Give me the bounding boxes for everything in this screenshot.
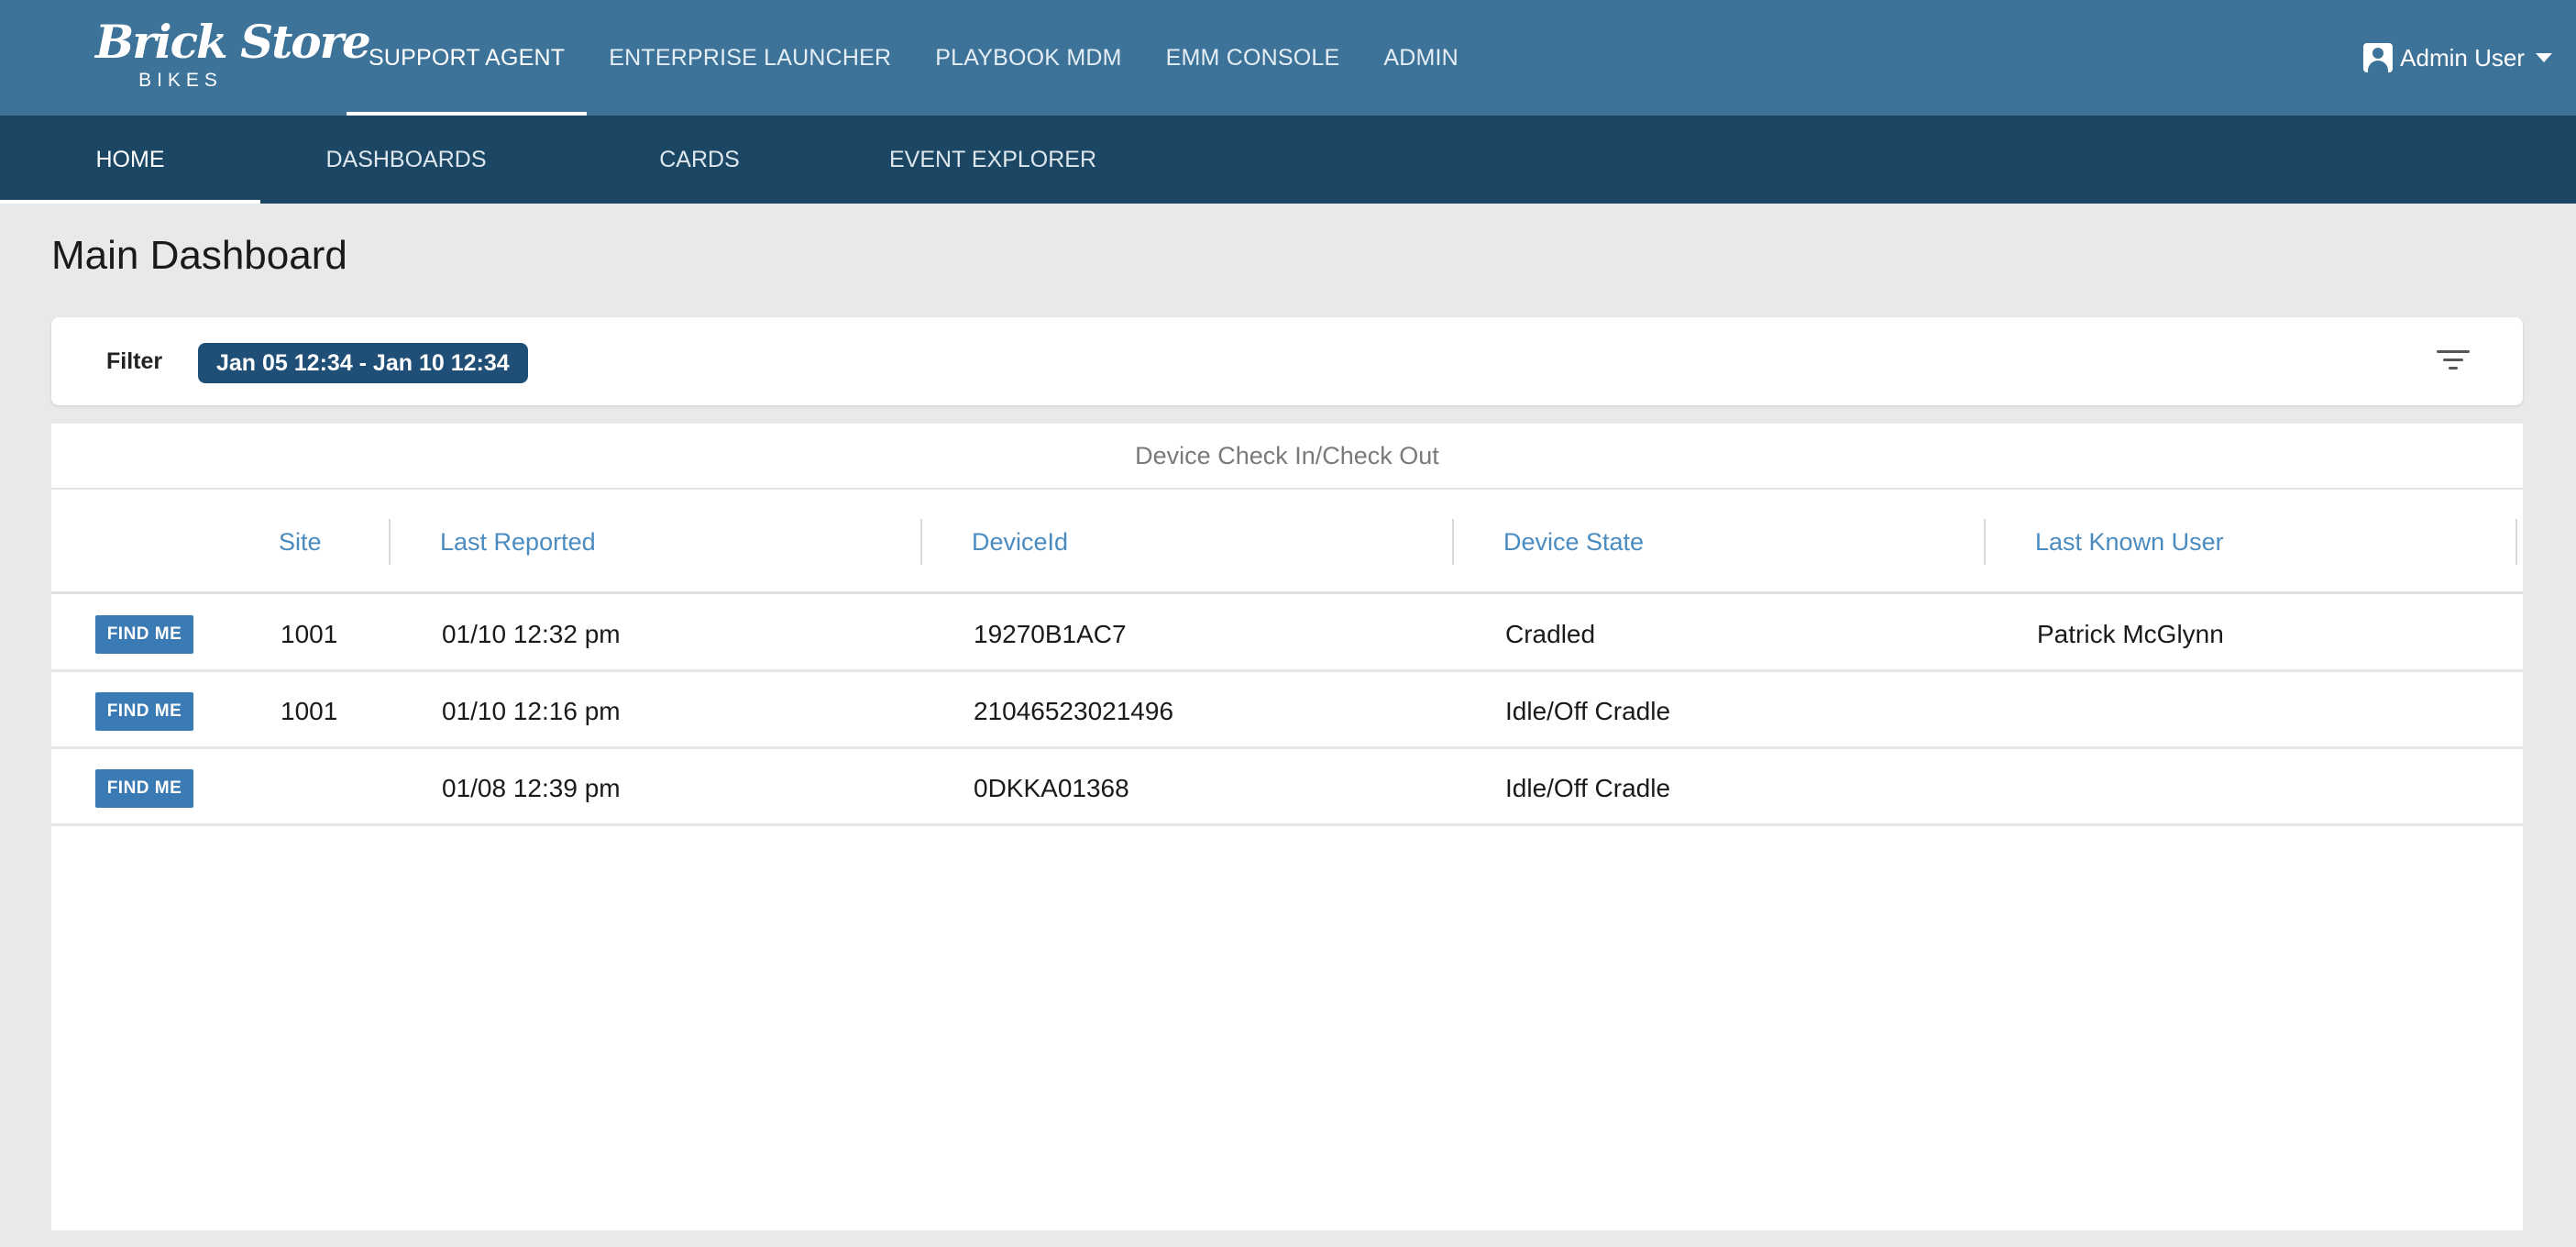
tab-event-explorer[interactable]: EVENT EXPLORER bbox=[889, 116, 1096, 204]
filter-label: Filter bbox=[106, 348, 163, 374]
table-title: Device Check In/Check Out bbox=[51, 424, 2523, 490]
cell-site: 1001 bbox=[281, 620, 338, 648]
brand-logo-script: Brick Store bbox=[95, 15, 371, 69]
user-menu[interactable]: Admin User bbox=[2363, 0, 2552, 116]
cell-last-reported: 01/08 12:39 pm bbox=[442, 774, 621, 802]
top-nav-emm-console[interactable]: EMM CONSOLE bbox=[1144, 0, 1362, 116]
column-header-last-reported[interactable]: Last Reported bbox=[440, 490, 596, 594]
brand-logo-sub: BIKES bbox=[138, 70, 223, 91]
user-name: Admin User bbox=[2400, 43, 2525, 72]
top-app-bar: Brick Store BIKES SUPPORT AGENT ENTERPRI… bbox=[0, 0, 2576, 116]
table-row[interactable]: FIND ME 1001 01/10 12:32 pm 19270B1AC7 C… bbox=[51, 597, 2523, 672]
cell-last-reported: 01/10 12:16 pm bbox=[442, 697, 621, 725]
page-title: Main Dashboard bbox=[51, 233, 347, 278]
column-header-device-state[interactable]: Device State bbox=[1503, 490, 1644, 594]
column-divider[interactable] bbox=[2515, 519, 2517, 565]
top-nav-support-agent[interactable]: SUPPORT AGENT bbox=[347, 0, 588, 116]
table-header: Site Last Reported DeviceId Device State… bbox=[51, 490, 2523, 594]
top-nav-playbook-mdm[interactable]: PLAYBOOK MDM bbox=[913, 0, 1143, 116]
caret-down-icon bbox=[2536, 53, 2552, 62]
date-range-chip[interactable]: Jan 05 12:34 - Jan 10 12:34 bbox=[198, 343, 528, 383]
top-nav-admin[interactable]: ADMIN bbox=[1361, 0, 1481, 116]
brand-logo[interactable]: Brick Store BIKES bbox=[95, 15, 371, 97]
cell-device-id: 19270B1AC7 bbox=[974, 620, 1127, 648]
table-row[interactable]: FIND ME 1001 01/10 12:16 pm 210465230214… bbox=[51, 674, 2523, 749]
cell-device-id: 0DKKA01368 bbox=[974, 774, 1129, 802]
filter-list-icon[interactable] bbox=[2437, 347, 2470, 372]
cell-last-reported: 01/10 12:32 pm bbox=[442, 620, 621, 648]
find-me-button[interactable]: FIND ME bbox=[95, 769, 193, 808]
column-divider[interactable] bbox=[1984, 519, 1986, 565]
cell-device-state: Idle/Off Cradle bbox=[1505, 774, 1671, 802]
cell-device-state: Idle/Off Cradle bbox=[1505, 697, 1671, 725]
table-row[interactable]: FIND ME 01/08 12:39 pm 0DKKA01368 Idle/O… bbox=[51, 751, 2523, 826]
device-checkin-table: Device Check In/Check Out Site Last Repo… bbox=[51, 424, 2523, 1230]
cell-site: 1001 bbox=[281, 697, 338, 725]
column-divider[interactable] bbox=[389, 519, 391, 565]
cell-last-known-user: Patrick McGlynn bbox=[2037, 620, 2224, 648]
column-header-site[interactable]: Site bbox=[279, 490, 322, 594]
find-me-button[interactable]: FIND ME bbox=[95, 615, 193, 654]
find-me-button[interactable]: FIND ME bbox=[95, 692, 193, 731]
account-box-icon bbox=[2363, 43, 2394, 72]
column-header-device-id[interactable]: DeviceId bbox=[972, 490, 1068, 594]
sub-nav: HOME DASHBOARDS CARDS EVENT EXPLORER bbox=[0, 116, 2576, 204]
top-nav: SUPPORT AGENT ENTERPRISE LAUNCHER PLAYBO… bbox=[347, 0, 1481, 116]
tab-home[interactable]: HOME bbox=[0, 116, 260, 204]
tab-dashboards[interactable]: DASHBOARDS bbox=[308, 116, 504, 204]
column-divider[interactable] bbox=[920, 519, 922, 565]
cell-device-state: Cradled bbox=[1505, 620, 1596, 648]
filter-bar: Filter Jan 05 12:34 - Jan 10 12:34 bbox=[51, 317, 2523, 405]
cell-device-id: 21046523021496 bbox=[974, 697, 1174, 725]
top-nav-enterprise-launcher[interactable]: ENTERPRISE LAUNCHER bbox=[587, 0, 913, 116]
column-divider[interactable] bbox=[1452, 519, 1454, 565]
column-header-last-known-user[interactable]: Last Known User bbox=[2035, 490, 2224, 594]
tab-cards[interactable]: CARDS bbox=[642, 116, 757, 204]
